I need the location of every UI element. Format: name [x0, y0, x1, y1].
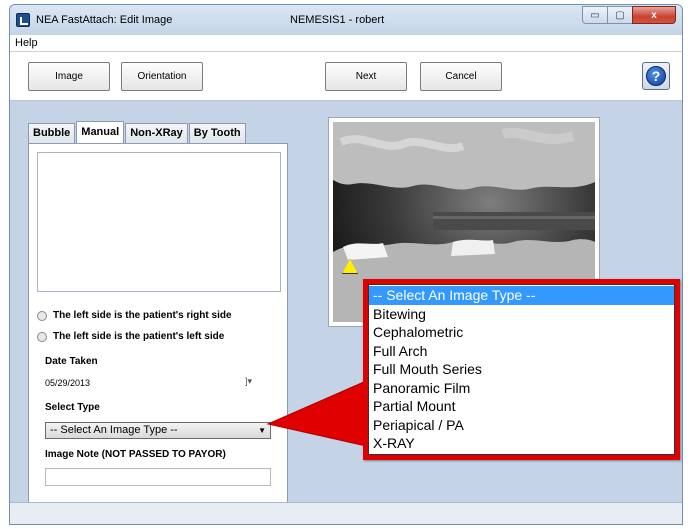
option-partial-mount[interactable]: Partial Mount — [369, 397, 674, 416]
image-type-options-list: -- Select An Image Type -- Bitewing Ceph… — [368, 284, 675, 455]
option-bitewing[interactable]: Bitewing — [369, 305, 674, 324]
option-select-image-type[interactable]: -- Select An Image Type -- — [369, 286, 674, 305]
option-x-ray[interactable]: X-RAY — [369, 434, 674, 453]
option-full-mouth-series[interactable]: Full Mouth Series — [369, 360, 674, 379]
option-panoramic-film[interactable]: Panoramic Film — [369, 379, 674, 398]
image-type-callout: -- Select An Image Type -- Bitewing Ceph… — [363, 279, 680, 460]
option-cephalometric[interactable]: Cephalometric — [369, 323, 674, 342]
option-full-arch[interactable]: Full Arch — [369, 342, 674, 361]
option-periapical-pa[interactable]: Periapical / PA — [369, 416, 674, 435]
